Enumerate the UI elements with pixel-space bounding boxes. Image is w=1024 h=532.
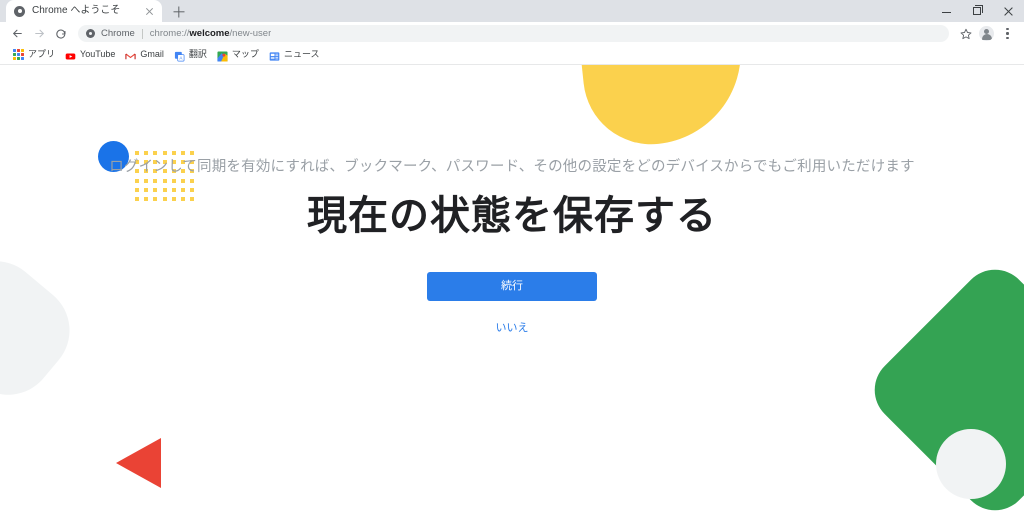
tab-title: Chrome へようこそ bbox=[32, 5, 121, 16]
profile-avatar[interactable] bbox=[976, 23, 997, 44]
bookmark-item-translate[interactable]: A 翻訳 bbox=[169, 46, 212, 64]
window-controls bbox=[931, 0, 1024, 22]
bookmark-star-icon[interactable] bbox=[955, 23, 976, 44]
bookmark-item-gmail[interactable]: Gmail bbox=[120, 46, 169, 64]
bookmarks-bar: アプリ YouTube Gmail A 翻訳 マップ ニュース bbox=[0, 45, 1024, 65]
welcome-content: ログインして同期を有効にすれば、ブックマーク、パスワード、その他の設定をどのデバ… bbox=[0, 65, 1024, 335]
maximize-icon[interactable] bbox=[962, 0, 993, 22]
close-window-icon[interactable] bbox=[993, 0, 1024, 22]
bookmark-label: 翻訳 bbox=[188, 49, 207, 59]
close-icon[interactable] bbox=[143, 5, 156, 18]
reload-icon[interactable] bbox=[50, 23, 72, 45]
avatar bbox=[979, 26, 994, 41]
address-bar[interactable]: Chrome chrome://welcome/new-user bbox=[78, 25, 949, 42]
decorative-red-triangle bbox=[116, 438, 161, 488]
omnibox-chip-label: Chrome bbox=[101, 28, 135, 39]
cta-group: 続行 いいえ bbox=[0, 272, 1024, 335]
decorative-gray-circle bbox=[936, 429, 1006, 499]
chrome-browser-window: Chrome へようこそ Chrome chrome://welcome/new… bbox=[0, 0, 1024, 532]
page-title: 現在の状態を保存する bbox=[307, 194, 717, 238]
back-arrow-icon[interactable] bbox=[6, 23, 28, 45]
tab-chrome-welcome[interactable]: Chrome へようこそ bbox=[6, 0, 162, 22]
settings-gear-icon bbox=[86, 29, 95, 38]
bookmark-label: ニュース bbox=[283, 49, 320, 59]
bookmark-label: マップ bbox=[231, 49, 259, 59]
url-prefix: chrome:// bbox=[149, 28, 190, 39]
bookmark-label: アプリ bbox=[28, 49, 56, 59]
bookmark-label: Gmail bbox=[140, 49, 164, 59]
url-highlight: welcome bbox=[189, 28, 230, 39]
chrome-menu-button[interactable] bbox=[997, 23, 1018, 44]
gmail-icon bbox=[125, 49, 137, 60]
omnibox-url: chrome://welcome/new-user bbox=[150, 28, 271, 39]
youtube-icon bbox=[65, 49, 76, 60]
news-icon bbox=[269, 49, 280, 61]
three-dots-icon bbox=[1001, 27, 1015, 41]
chrome-icon bbox=[14, 5, 25, 17]
tab-strip: Chrome へようこそ bbox=[0, 0, 1024, 22]
minimize-icon[interactable] bbox=[931, 0, 962, 22]
bookmark-item-maps[interactable]: マップ bbox=[212, 46, 264, 64]
new-tab-button[interactable] bbox=[166, 2, 192, 22]
translate-icon: A bbox=[174, 49, 185, 62]
bookmark-label: YouTube bbox=[80, 49, 116, 59]
bookmark-item-apps[interactable]: アプリ bbox=[8, 46, 60, 64]
maps-icon bbox=[217, 49, 228, 62]
omnibox-separator bbox=[141, 28, 143, 39]
welcome-page: ログインして同期を有効にすれば、ブックマーク、パスワード、その他の設定をどのデバ… bbox=[0, 65, 1024, 532]
browser-toolbar: Chrome chrome://welcome/new-user bbox=[0, 22, 1024, 45]
page-subtitle: ログインして同期を有効にすれば、ブックマーク、パスワード、その他の設定をどのデバ… bbox=[109, 159, 915, 175]
bookmark-item-youtube[interactable]: YouTube bbox=[60, 46, 120, 64]
toolbar-actions bbox=[955, 23, 1018, 44]
continue-button[interactable]: 続行 bbox=[427, 272, 597, 302]
forward-arrow-icon[interactable] bbox=[28, 23, 50, 45]
decline-link[interactable]: いいえ bbox=[0, 319, 1024, 335]
url-suffix: /new-user bbox=[229, 28, 272, 39]
bookmark-item-news[interactable]: ニュース bbox=[264, 46, 325, 64]
apps-grid-icon bbox=[13, 49, 24, 60]
